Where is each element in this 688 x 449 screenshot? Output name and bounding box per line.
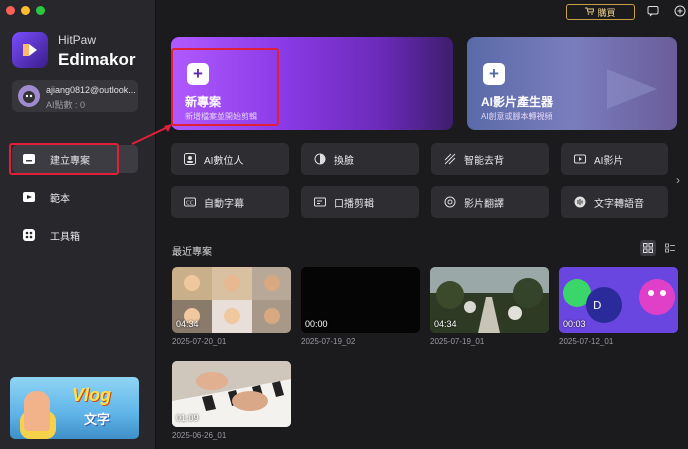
video-logo-watermark-icon	[607, 69, 657, 109]
tool-label: 文字轉語音	[594, 198, 644, 210]
project-thumbnail[interactable]: 04:34	[430, 267, 549, 333]
nav-label: 範本	[50, 193, 70, 205]
tool-ai-video[interactable]: AI影片	[561, 143, 668, 175]
translate-icon	[443, 195, 457, 209]
nav-item-template[interactable]: 範本	[12, 183, 138, 211]
duration: 00:03	[563, 319, 586, 329]
project-name: 2025-06-26_01	[172, 431, 227, 440]
svg-text:D: D	[593, 299, 601, 312]
banner-subtitle: 文字	[84, 412, 111, 427]
buy-button[interactable]: 購買	[566, 4, 635, 20]
nav-item-toolbox[interactable]: 工具箱	[12, 221, 138, 249]
add-icon[interactable]	[674, 5, 686, 17]
face-swap-icon	[313, 152, 327, 166]
promo-banner[interactable]: Vlog 文字	[10, 377, 139, 439]
app-logo-icon	[12, 32, 48, 68]
plus-icon: +	[483, 63, 505, 85]
project-name: 2025-07-19_02	[301, 337, 356, 346]
annotation-highlight-new-project	[171, 48, 279, 126]
tool-label: 口播剪輯	[334, 198, 374, 210]
grid-view-icon[interactable]	[640, 240, 656, 256]
list-view-icon[interactable]	[662, 240, 678, 256]
tool-label: AI數位人	[204, 155, 244, 167]
close-window-button[interactable]	[6, 6, 15, 15]
duration: 00:00	[305, 319, 328, 329]
project-thumbnail[interactable]: 00:00	[301, 267, 420, 333]
message-icon[interactable]	[647, 5, 659, 17]
nav-label: 工具箱	[50, 231, 80, 243]
text-to-speech-icon	[573, 195, 587, 209]
project-thumbnail[interactable]: D 00:03	[559, 267, 678, 333]
project-name: 2025-07-12_01	[559, 337, 614, 346]
tool-label: 自動字幕	[204, 198, 244, 210]
project-thumbnail[interactable]: 01:09	[172, 361, 291, 427]
template-icon	[22, 190, 36, 204]
ai-avatar-icon	[183, 152, 197, 166]
window-controls	[6, 6, 45, 15]
maximize-window-button[interactable]	[36, 6, 45, 15]
tool-label: AI影片	[594, 155, 624, 167]
buy-label: 購買	[597, 7, 616, 18]
tool-ai-avatar[interactable]: AI數位人	[171, 143, 289, 175]
app-name-line2: Edimakor	[58, 50, 136, 69]
svg-text:CC: CC	[186, 201, 194, 207]
toolbox-icon	[22, 228, 36, 242]
ai-video-generator-title: AI影片產生器	[481, 95, 554, 109]
speech-edit-icon	[313, 195, 327, 209]
project-name: 2025-07-20_01	[172, 337, 227, 346]
cart-icon	[585, 7, 596, 17]
project-thumbnail[interactable]: 04:34	[172, 267, 291, 333]
duration: 04:34	[434, 319, 457, 329]
banner-title: Vlog	[72, 385, 111, 405]
tool-background-removal[interactable]: 智能去背	[431, 143, 549, 175]
avatar	[18, 85, 40, 107]
account-panel[interactable]: ajiang0812@outlook.... AI點數 : 0	[12, 80, 138, 112]
sidebar: HitPaw Edimakor ajiang0812@outlook.... A…	[0, 0, 156, 449]
ai-credits: AI點數 : 0	[46, 100, 86, 110]
app-name-line1: HitPaw	[58, 33, 97, 47]
subtitles-icon: CC	[183, 195, 197, 209]
ai-video-generator-card[interactable]: + AI影片產生器 AI創意或腳本轉視頻	[467, 37, 677, 130]
recent-projects-title: 最近專案	[172, 247, 212, 258]
tool-face-swap[interactable]: 換臉	[301, 143, 419, 175]
tool-auto-subtitles[interactable]: CC 自動字幕	[171, 186, 289, 218]
account-email: ajiang0812@outlook....	[46, 85, 136, 95]
ai-video-icon	[573, 152, 587, 166]
minimize-window-button[interactable]	[21, 6, 30, 15]
duration: 04:34	[176, 319, 199, 329]
tool-video-translation[interactable]: 影片翻譯	[431, 186, 549, 218]
background-removal-icon	[443, 152, 457, 166]
tool-speech-editing[interactable]: 口播剪輯	[301, 186, 419, 218]
tool-text-to-speech[interactable]: 文字轉語音	[561, 186, 668, 218]
duration: 01:09	[176, 413, 199, 423]
annotation-highlight-nav	[9, 143, 119, 175]
tool-label: 智能去背	[464, 155, 504, 167]
ai-video-generator-subtitle: AI創意或腳本轉視頻	[481, 112, 553, 121]
chevron-right-icon[interactable]: ›	[672, 170, 684, 190]
tool-label: 影片翻譯	[464, 198, 504, 210]
banner-character	[24, 391, 50, 431]
tool-label: 換臉	[334, 155, 354, 167]
project-name: 2025-07-19_01	[430, 337, 485, 346]
